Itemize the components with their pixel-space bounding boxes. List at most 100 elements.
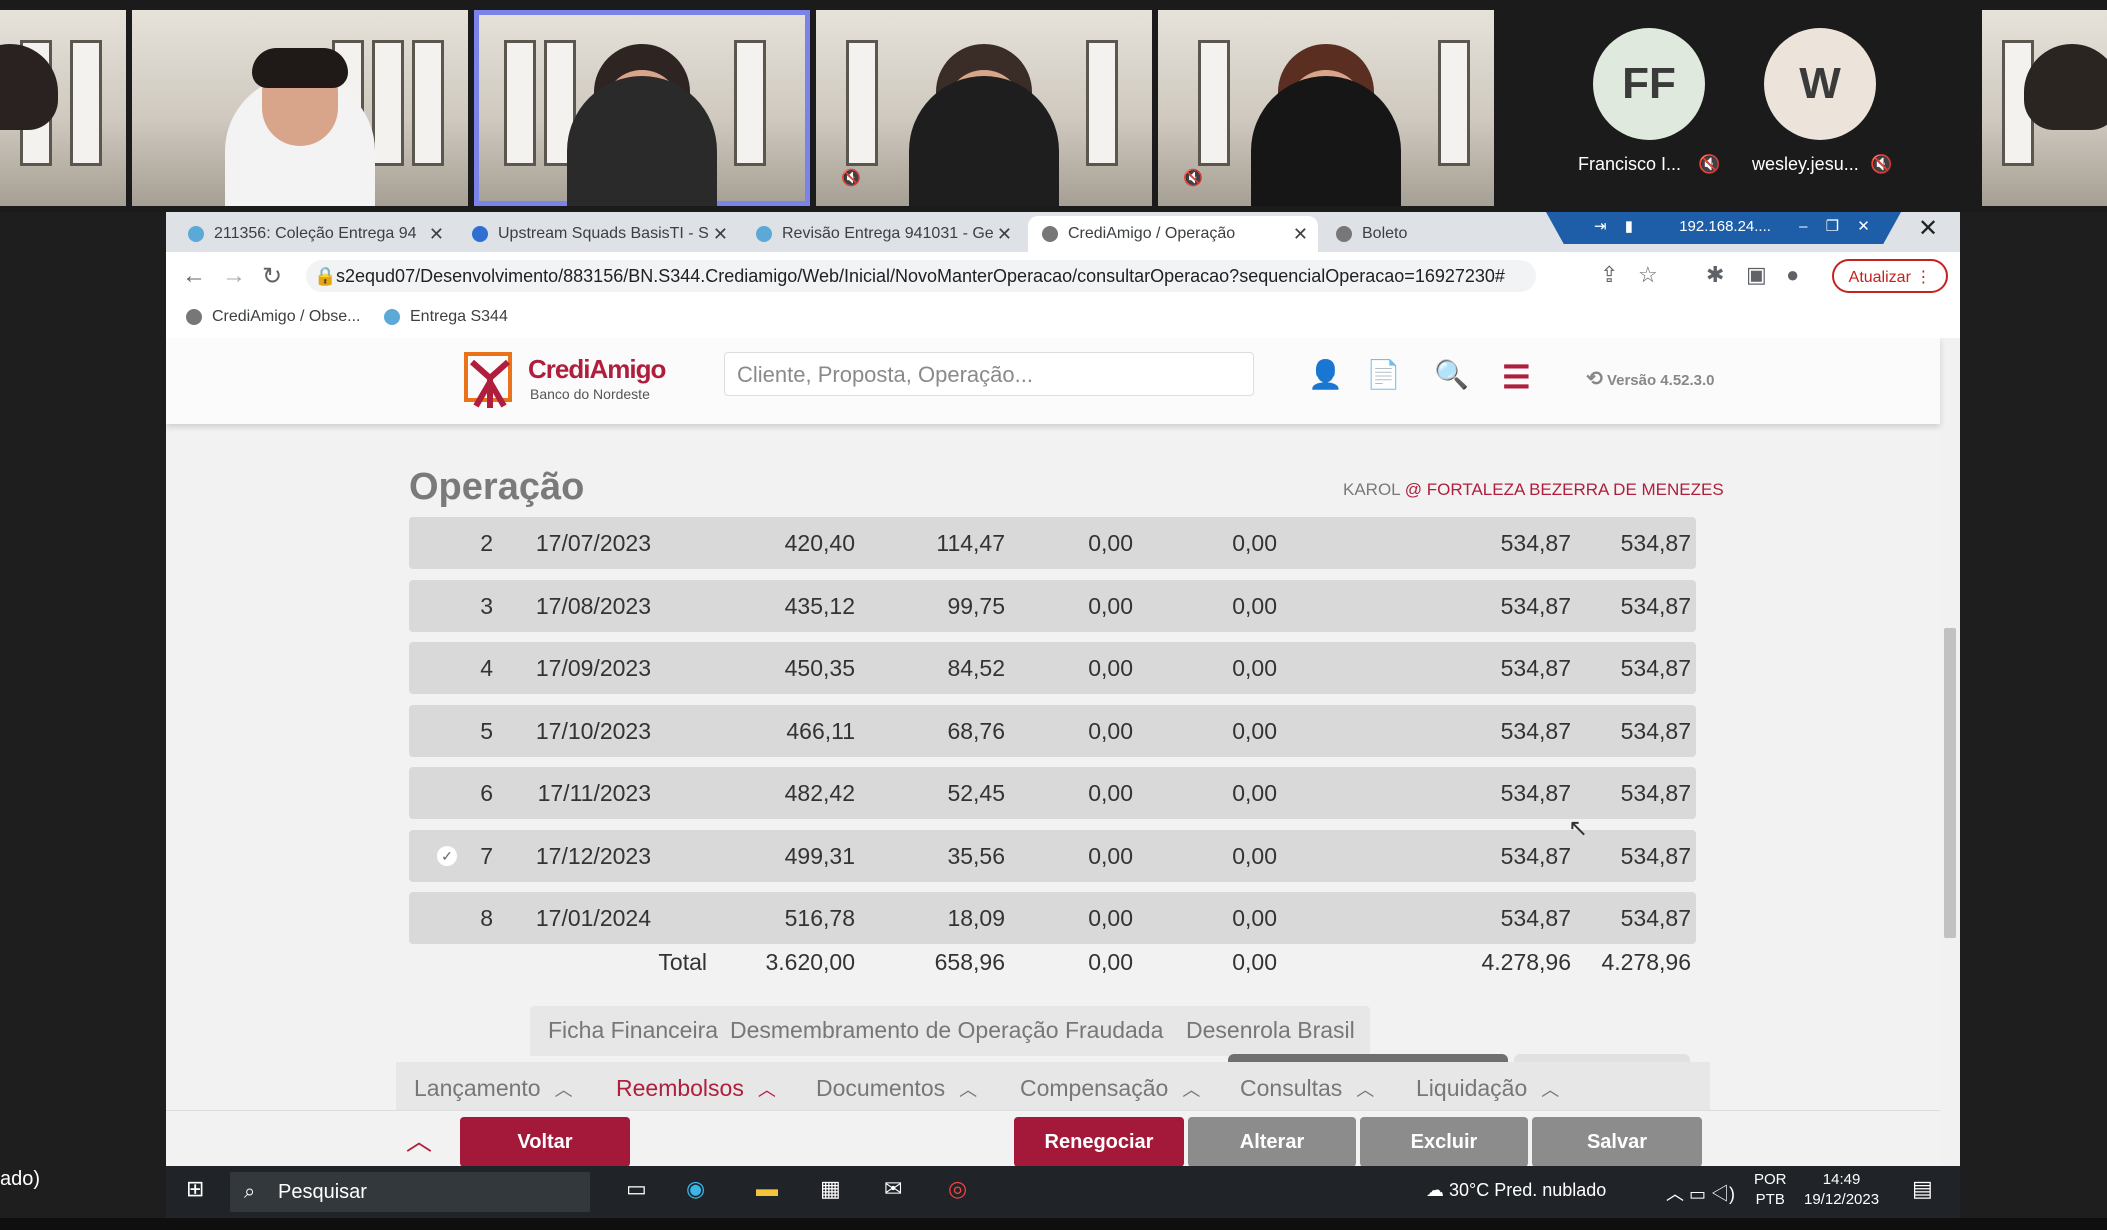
close-icon[interactable]: ✕ xyxy=(1857,218,1870,235)
star-icon[interactable]: ☆ xyxy=(1638,262,1658,288)
add-user-icon[interactable]: 👤 xyxy=(1308,358,1343,391)
bookmark-entrega[interactable]: Entrega S344 xyxy=(384,308,508,326)
task-view-icon[interactable]: ▭ xyxy=(626,1176,647,1202)
tab-boleto[interactable]: Boleto xyxy=(1322,216,1522,252)
devops-icon xyxy=(756,225,772,242)
taskbar-search-input[interactable]: ⌕ Pesquisar xyxy=(230,1172,590,1212)
table-cell-b: 84,52 xyxy=(947,655,1005,681)
bookmark-crediamigo[interactable]: CrediAmigo / Obse... xyxy=(186,308,361,326)
chrome-icon[interactable]: ◎ xyxy=(948,1176,967,1202)
store-icon[interactable]: ▦ xyxy=(820,1176,841,1202)
mic-muted-icon: 🔇 xyxy=(841,170,861,187)
menu-icon[interactable]: ☰ xyxy=(1502,358,1531,396)
tab-revisao[interactable]: Revisão Entrega 941031 - Ge ✕ xyxy=(742,216,1022,252)
window-close-icon[interactable]: ✕ xyxy=(1918,214,1938,243)
chevron-up-icon: ︿ xyxy=(554,1079,573,1100)
address-bar[interactable]: 🔒 s2equd07/Desenvolvimento/883156/BN.S34… xyxy=(306,260,1536,292)
nav-lancamento[interactable]: Lançamento ︿ xyxy=(414,1062,573,1116)
pin-icon[interactable]: ⇥ xyxy=(1594,218,1607,235)
video-tile-5[interactable]: 🔇 xyxy=(1158,10,1494,206)
table-row[interactable]: 3 17/08/2023 435,12 99,75 0,00 0,00 534,87 534,… xyxy=(409,579,1696,632)
file-explorer-icon[interactable]: ▬ xyxy=(756,1176,778,1202)
language-indicator[interactable]: POR PTB xyxy=(1754,1170,1787,1210)
share-icon[interactable]: ⇪ xyxy=(1600,262,1618,288)
video-tile-4[interactable]: 🔇 xyxy=(816,10,1152,206)
excluir-button[interactable]: Excluir xyxy=(1360,1117,1528,1166)
extensions-icon[interactable]: ✱ xyxy=(1706,262,1724,288)
table-row[interactable]: 4 17/09/2023 450,35 84,52 0,00 0,00 534,87 534,… xyxy=(409,642,1696,694)
minimize-icon[interactable]: – xyxy=(1799,218,1807,235)
chevron-up-icon[interactable]: ︿ xyxy=(406,1121,432,1158)
nav-label: Reembolsos xyxy=(616,1075,744,1101)
table-cell-d: 0,00 xyxy=(1232,530,1277,556)
user-name: KAROL xyxy=(1343,480,1401,499)
logo-title: CrediAmigo xyxy=(528,354,666,384)
windows-start-icon[interactable]: ⊞ xyxy=(186,1176,204,1202)
tray-icons[interactable]: ︿ ▭ ◁) xyxy=(1666,1180,1735,1206)
restore-icon[interactable]: ❐ xyxy=(1826,218,1839,235)
table-row[interactable]: ✓ 7 17/12/2023 499,31 35,56 0,00 0,00 534,87 534… xyxy=(409,829,1696,882)
at-sign: @ xyxy=(1404,480,1423,499)
scrollbar-thumb[interactable] xyxy=(1944,628,1956,938)
tab-title: Boleto xyxy=(1362,225,1408,242)
table-cell-f: 534,87 xyxy=(1620,530,1691,556)
signal-icon: ▮ xyxy=(1624,218,1634,235)
subtab-desenrola-brasil[interactable]: Desenrola Brasil xyxy=(1186,1006,1355,1054)
alterar-button[interactable]: Alterar xyxy=(1188,1117,1356,1166)
boards-icon xyxy=(472,225,488,242)
table-row[interactable]: 6 17/11/2023 482,42 52,45 0,00 0,00 534,87 534,… xyxy=(409,767,1696,819)
salvar-button[interactable]: Salvar xyxy=(1532,1117,1702,1166)
close-tab-icon[interactable]: ✕ xyxy=(429,216,444,252)
nav-reembolsos[interactable]: Reembolsos ︿ xyxy=(616,1062,776,1116)
table-cell-date: 17/08/2023 xyxy=(535,592,651,619)
video-tile-1[interactable] xyxy=(0,10,126,206)
search-document-icon[interactable]: 🔍 xyxy=(1434,358,1469,391)
table-cell-b: 99,75 xyxy=(947,592,1005,619)
video-tile-right[interactable] xyxy=(1982,10,2107,206)
page-scrollbar[interactable] xyxy=(1940,338,1960,1166)
tab-crediamigo[interactable]: CrediAmigo / Operação ✕ xyxy=(1028,216,1318,252)
tab-upstream[interactable]: Upstream Squads BasisTI - S ✕ xyxy=(458,216,738,252)
video-tile-2[interactable] xyxy=(132,10,468,206)
globe-icon xyxy=(1336,225,1352,242)
close-tab-icon[interactable]: ✕ xyxy=(713,216,728,252)
close-tab-icon[interactable]: ✕ xyxy=(1293,216,1308,252)
clock[interactable]: 14:49 19/12/2023 xyxy=(1804,1170,1879,1210)
subtab-ficha-financeira[interactable]: Ficha Financeira xyxy=(548,1006,718,1054)
total-row: Total 3.620,00 658,96 0,00 0,00 4.278,96… xyxy=(409,936,1696,988)
remote-desktop-bar[interactable]: ⇥ ▮ 192.168.24.... – ❐ ✕ xyxy=(1546,212,1901,244)
subtab-desmembramento[interactable]: Desmembramento de Operação Fraudada xyxy=(730,1006,1163,1054)
participant-name: wesley.jesu... xyxy=(1752,154,1859,174)
notifications-icon[interactable]: ▤ xyxy=(1912,1176,1933,1202)
nav-liquidacao[interactable]: Liquidação ︿ xyxy=(1416,1062,1559,1116)
close-tab-icon[interactable]: ✕ xyxy=(997,216,1012,252)
sidebar-icon[interactable]: ▣ xyxy=(1746,262,1767,288)
profile-icon[interactable]: ● xyxy=(1786,262,1799,288)
search-input[interactable]: Cliente, Proposta, Operação... xyxy=(724,352,1254,396)
nav-consultas[interactable]: Consultas ︿ xyxy=(1240,1062,1374,1116)
bookmark-label: CrediAmigo / Obse... xyxy=(212,308,361,325)
weather-widget[interactable]: ☁ 30°C Pred. nublado xyxy=(1426,1180,1606,1201)
edge-icon[interactable]: ◉ xyxy=(686,1176,705,1202)
table-cell-n: 2 xyxy=(480,530,493,556)
avatar: FF xyxy=(1593,28,1705,140)
nav-label: Consultas xyxy=(1240,1075,1343,1101)
update-button[interactable]: Atualizar ⋮ xyxy=(1832,259,1948,293)
table-cell-a: 482,42 xyxy=(784,780,855,806)
forward-icon[interactable]: → xyxy=(222,262,246,290)
devops-icon xyxy=(188,225,204,242)
mail-icon[interactable]: ✉ xyxy=(884,1176,902,1202)
add-document-icon[interactable]: 📄 xyxy=(1366,358,1401,391)
table-cell-c: 0,00 xyxy=(1088,592,1133,619)
nav-compensacao[interactable]: Compensação ︿ xyxy=(1020,1062,1200,1116)
avatar: W xyxy=(1764,28,1876,140)
tab-colecao[interactable]: 211356: Coleção Entrega 94 ✕ xyxy=(174,216,454,252)
voltar-button[interactable]: Voltar xyxy=(460,1117,630,1166)
table-row[interactable]: 5 17/10/2023 466,11 68,76 0,00 0,00 534,87 534,… xyxy=(409,704,1696,757)
back-icon[interactable]: ← xyxy=(182,262,206,290)
table-row[interactable]: 2 17/07/2023 420,40 114,47 0,00 0,00 534,87 534… xyxy=(409,517,1696,569)
reload-icon[interactable]: ↻ xyxy=(262,262,282,291)
video-tile-speaker[interactable]: 🔇 xyxy=(474,10,810,206)
nav-documentos[interactable]: Documentos ︿ xyxy=(816,1062,977,1116)
renegociar-button[interactable]: Renegociar xyxy=(1014,1117,1184,1166)
